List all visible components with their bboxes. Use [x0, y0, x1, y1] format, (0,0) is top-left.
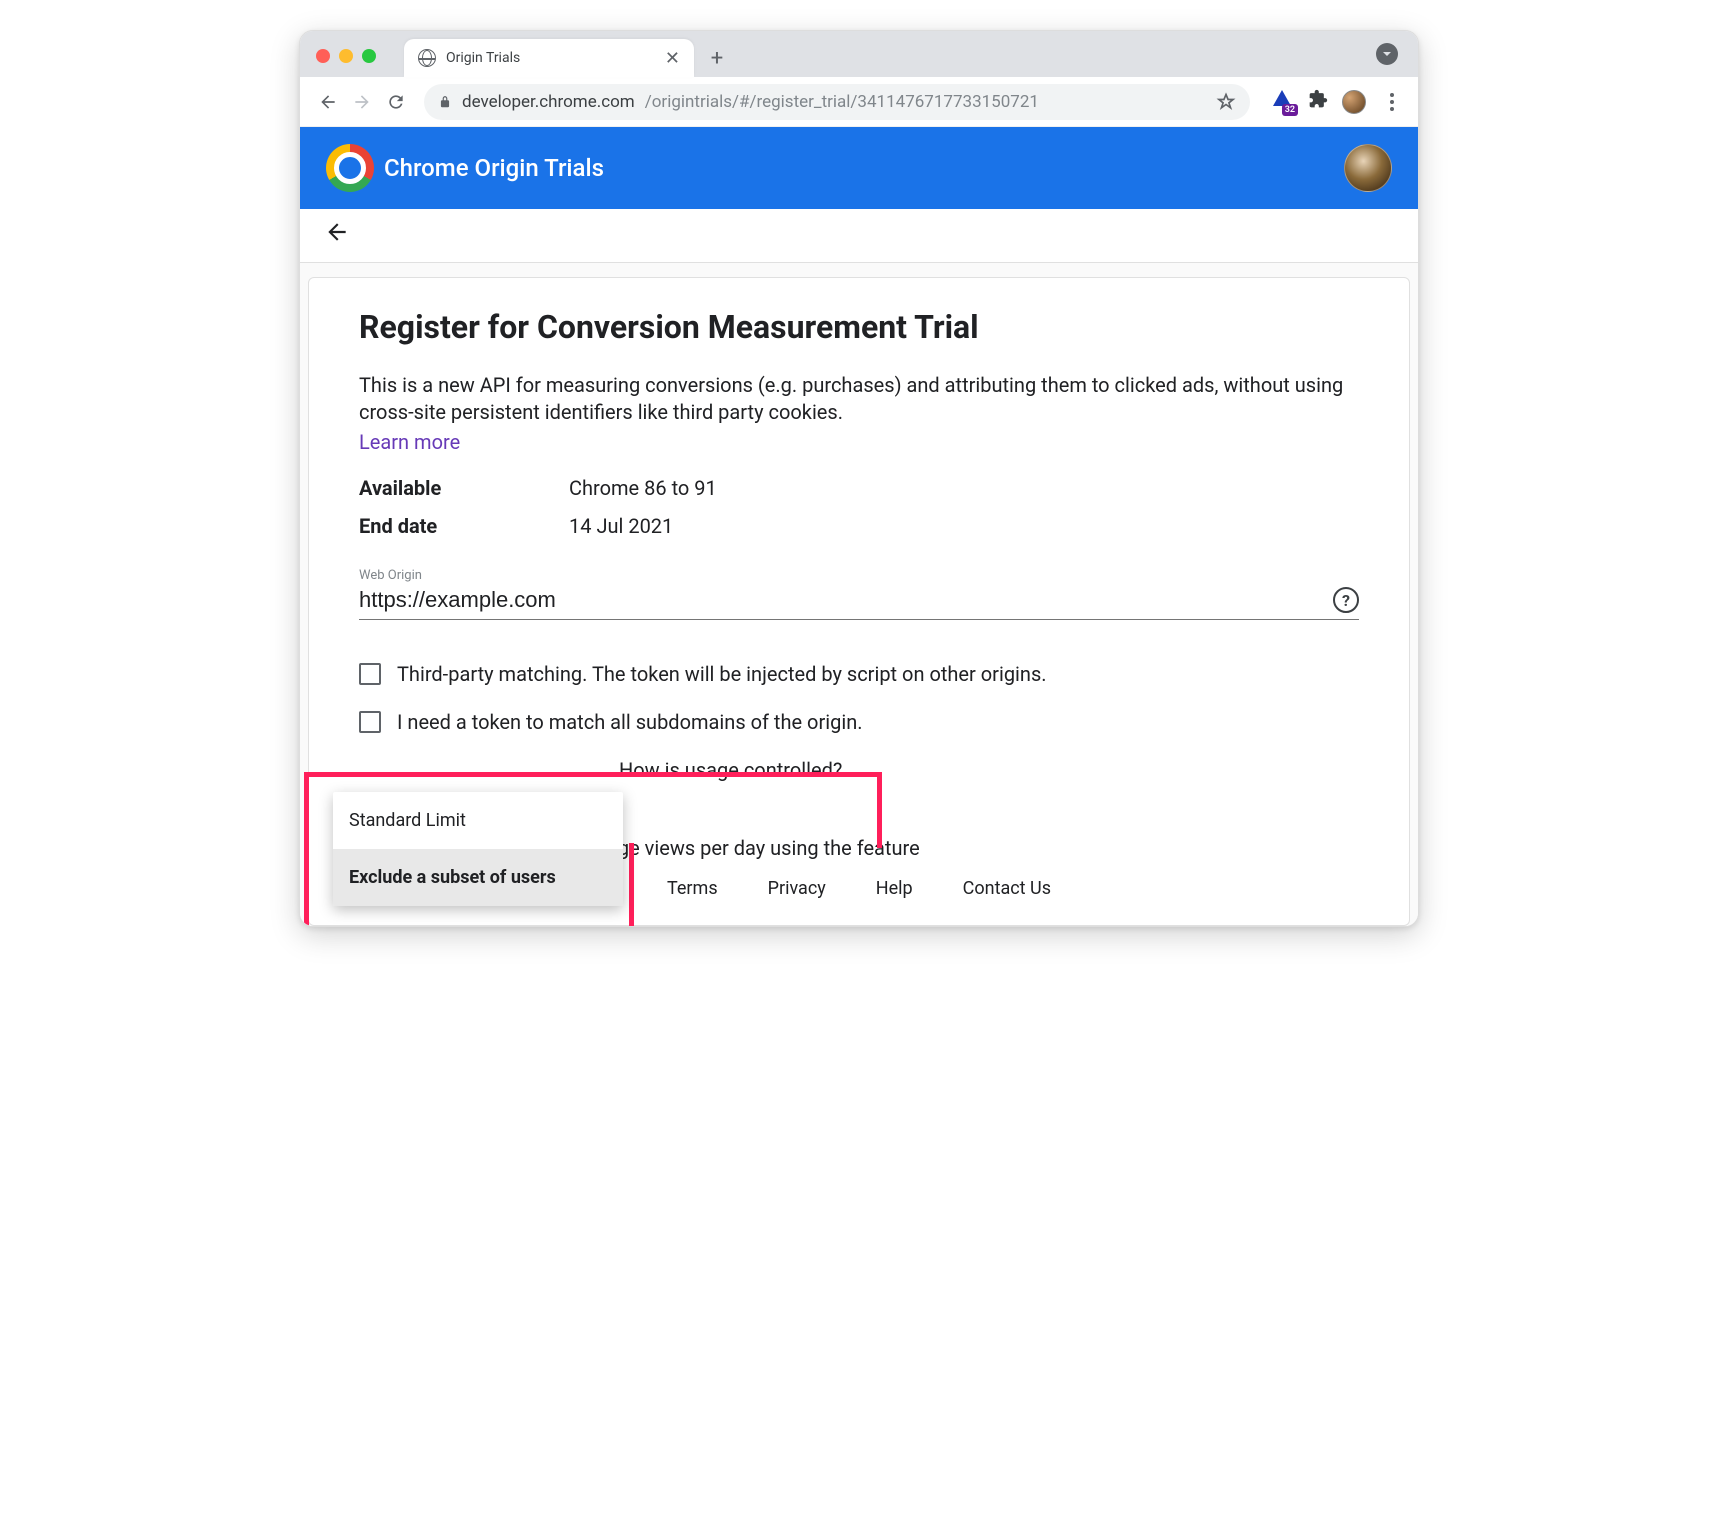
enddate-value: 14 Jul 2021 — [569, 514, 673, 538]
new-tab-button[interactable]: + — [702, 43, 732, 73]
subdomains-checkbox[interactable] — [359, 711, 381, 733]
app-title: Chrome Origin Trials — [384, 154, 604, 182]
available-value: Chrome 86 to 91 — [569, 476, 717, 500]
web-origin-input[interactable] — [359, 585, 1321, 615]
chevron-down-icon — [1382, 49, 1392, 59]
address-bar[interactable]: developer.chrome.com/origintrials/#/regi… — [424, 84, 1250, 120]
footer-contact-link[interactable]: Contact Us — [963, 878, 1051, 899]
url-path: /origintrials/#/register_trial/341147671… — [645, 92, 1039, 112]
checkbox-row-subdomains: I need a token to match all subdomains o… — [359, 710, 1359, 734]
bookmark-star-icon[interactable] — [1216, 92, 1236, 112]
window-controls — [316, 49, 376, 63]
footer-privacy-link[interactable]: Privacy — [768, 878, 826, 899]
close-tab-button[interactable]: ✕ — [665, 48, 680, 69]
arrow-left-icon — [318, 92, 338, 112]
checkbox-row-thirdparty: Third-party matching. The token will be … — [359, 662, 1359, 686]
app-header-left: Chrome Origin Trials — [326, 144, 604, 192]
close-window-button[interactable] — [316, 49, 330, 63]
trial-meta: Available Chrome 86 to 91 End date 14 Ju… — [359, 476, 1359, 538]
web-origin-field: Web Origin ? — [359, 568, 1359, 620]
help-icon[interactable]: ? — [1333, 587, 1359, 613]
extension-icons: 32 — [1270, 89, 1404, 114]
usage-restriction-dropdown: Standard Limit Exclude a subset of users — [333, 792, 623, 906]
minimize-window-button[interactable] — [339, 49, 353, 63]
app-header: Chrome Origin Trials — [300, 127, 1418, 209]
tab-search-button[interactable] — [1376, 43, 1398, 65]
page-views-text: age views per day using the feature — [607, 836, 1359, 860]
browser-window: Origin Trials ✕ + developer.chrome.com/o… — [299, 30, 1419, 927]
enddate-label: End date — [359, 514, 569, 538]
web-origin-label: Web Origin — [359, 568, 1359, 583]
trial-description: This is a new API for measuring conversi… — [359, 372, 1359, 426]
chrome-logo-icon — [326, 144, 374, 192]
register-card: Register for Conversion Measurement Tria… — [308, 277, 1410, 926]
puzzle-icon — [1308, 89, 1328, 109]
reload-button[interactable] — [382, 88, 410, 116]
subdomains-label: I need a token to match all subdomains o… — [397, 710, 863, 734]
dropdown-option-standard[interactable]: Standard Limit — [333, 792, 623, 849]
browser-toolbar: developer.chrome.com/origintrials/#/regi… — [300, 77, 1418, 127]
profile-avatar-small[interactable] — [1342, 90, 1366, 114]
extension-badge-count: 32 — [1282, 104, 1298, 116]
arrow-left-icon — [324, 219, 350, 245]
available-label: Available — [359, 476, 569, 500]
thirdparty-checkbox[interactable] — [359, 663, 381, 685]
lock-icon — [438, 95, 452, 109]
profile-avatar-large[interactable] — [1344, 144, 1392, 192]
learn-more-link[interactable]: Learn more — [359, 430, 460, 454]
maximize-window-button[interactable] — [362, 49, 376, 63]
browser-menu-button[interactable] — [1380, 93, 1404, 111]
browser-tab[interactable]: Origin Trials ✕ — [404, 39, 694, 77]
content-stage: Register for Conversion Measurement Tria… — [300, 263, 1418, 926]
url-host: developer.chrome.com — [462, 92, 635, 112]
back-button[interactable] — [314, 88, 342, 116]
page-back-button[interactable] — [324, 219, 350, 252]
tab-title: Origin Trials — [446, 50, 655, 66]
back-row — [300, 209, 1418, 263]
forward-button — [348, 88, 376, 116]
checkbox-group: Third-party matching. The token will be … — [359, 662, 1359, 734]
thirdparty-label: Third-party matching. The token will be … — [397, 662, 1047, 686]
page-heading: Register for Conversion Measurement Tria… — [359, 308, 1359, 346]
extension-icon[interactable]: 32 — [1270, 90, 1294, 114]
footer-terms-link[interactable]: Terms — [667, 878, 718, 899]
reload-icon — [386, 92, 406, 112]
footer-help-link[interactable]: Help — [876, 878, 913, 899]
extensions-menu-button[interactable] — [1308, 89, 1328, 114]
meta-row-available: Available Chrome 86 to 91 — [359, 476, 1359, 500]
dropdown-option-exclude[interactable]: Exclude a subset of users — [333, 849, 623, 906]
globe-icon — [418, 49, 436, 67]
tab-strip: Origin Trials ✕ + — [300, 31, 1418, 77]
arrow-right-icon — [352, 92, 372, 112]
usage-question-text: How is usage controlled? — [619, 758, 1359, 782]
meta-row-enddate: End date 14 Jul 2021 — [359, 514, 1359, 538]
